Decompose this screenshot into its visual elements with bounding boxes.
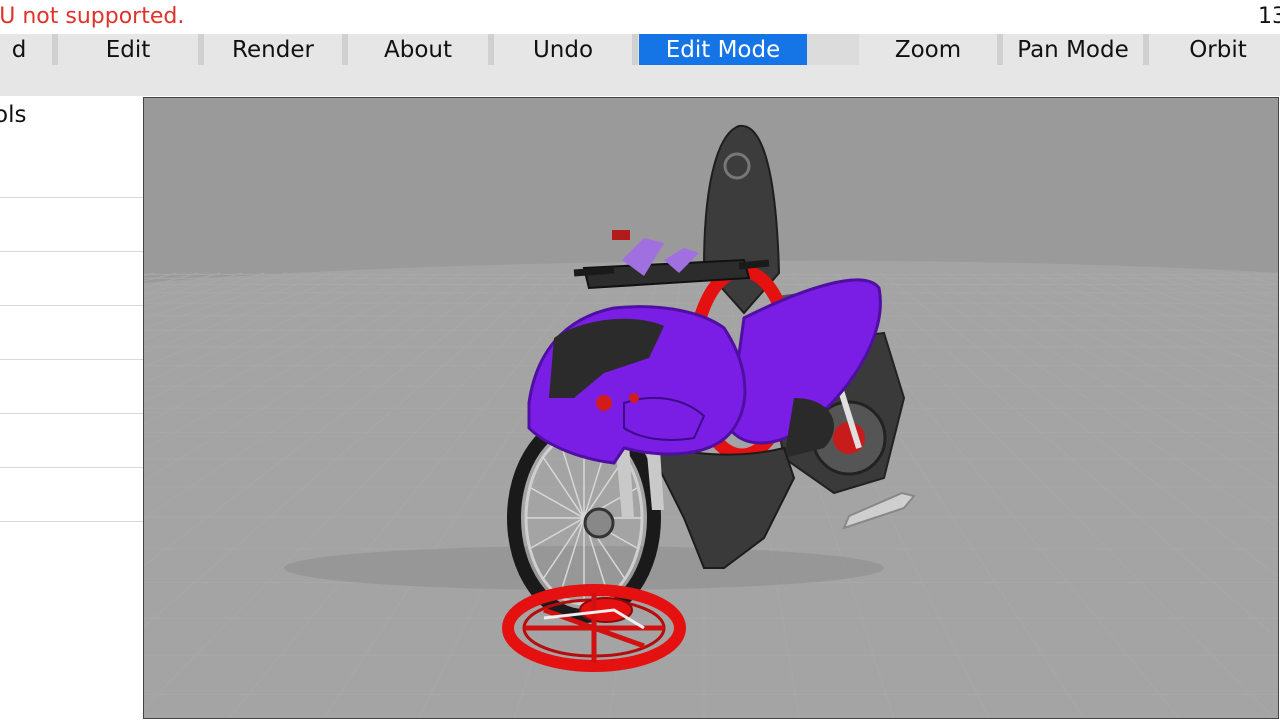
3d-viewport[interactable] xyxy=(143,97,1279,719)
tools-panel: ols xyxy=(0,96,143,720)
toolbar-button-orbit[interactable]: Orbit xyxy=(1149,34,1280,65)
tools-panel-row[interactable] xyxy=(0,251,143,305)
status-bar: PU not supported. 13 xyxy=(0,0,1280,34)
tools-panel-row[interactable] xyxy=(0,413,143,467)
toolbar-button-render[interactable]: Render xyxy=(204,34,342,65)
tools-panel-row[interactable] xyxy=(0,197,143,251)
corner-readout: 13 xyxy=(1258,4,1280,29)
tools-panel-row[interactable] xyxy=(0,467,143,522)
toolbar-separator xyxy=(632,34,638,65)
tools-panel-title: ols xyxy=(0,102,27,128)
toolbar-button-file[interactable]: d xyxy=(0,34,48,65)
toolbar-button-edit[interactable]: Edit xyxy=(58,34,198,65)
toolbar-button-zoom[interactable]: Zoom xyxy=(859,34,997,65)
gpu-warning-text: PU not supported. xyxy=(0,4,185,29)
toolbar-button-undo[interactable]: Undo xyxy=(494,34,632,65)
toolbar-button-blank[interactable] xyxy=(807,34,859,65)
toolbar-button-pan-mode[interactable]: Pan Mode xyxy=(1003,34,1143,65)
tools-panel-row[interactable] xyxy=(0,359,143,413)
toolbar: d Edit Render About Undo Edit Mode Zoom … xyxy=(0,34,1280,96)
tools-panel-row[interactable] xyxy=(0,305,143,359)
toolbar-button-about[interactable]: About xyxy=(348,34,488,65)
toolbar-button-edit-mode[interactable]: Edit Mode xyxy=(639,34,807,65)
